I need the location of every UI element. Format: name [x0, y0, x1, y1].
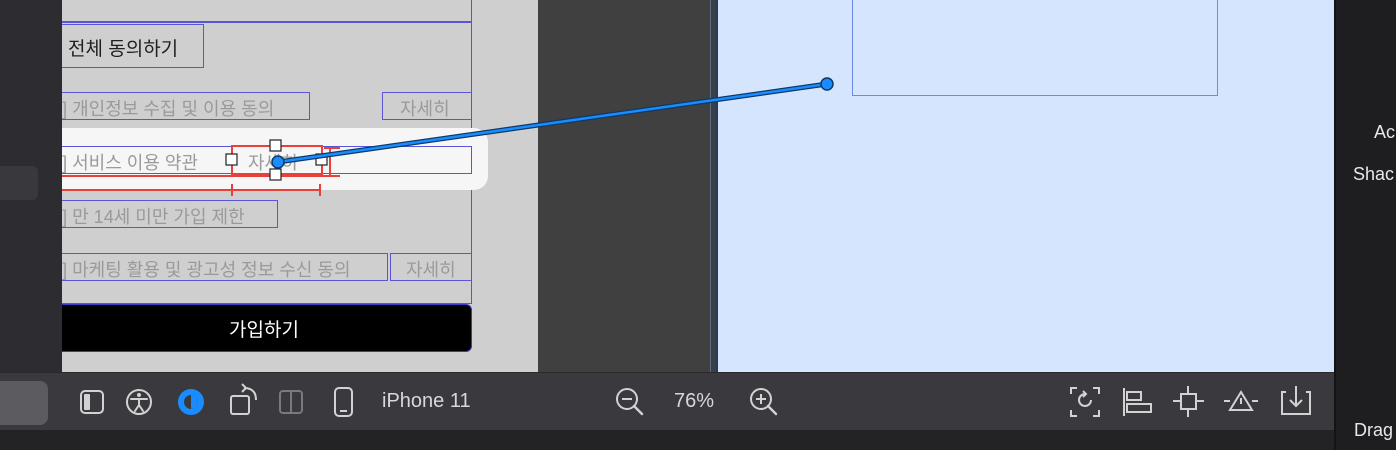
resize-handle-left[interactable]: [225, 153, 238, 166]
resize-handle-top[interactable]: [269, 139, 282, 152]
inspector-label-drag: Drag: [1354, 420, 1394, 440]
connection-end-dot[interactable]: [820, 77, 834, 91]
debug-bar-edge: [0, 430, 1334, 450]
appearance-icon[interactable]: [178, 389, 204, 415]
inspector-label-ac: Ac: [1374, 122, 1396, 142]
embed-in-icon[interactable]: [1281, 386, 1311, 415]
zoom-out-icon[interactable]: [616, 388, 644, 416]
device-selector[interactable]: iPhone 11: [382, 390, 471, 413]
zoom-level: 76%: [674, 390, 715, 412]
resize-handle-bottom[interactable]: [269, 168, 282, 181]
inspector-label-shadow: Shac: [1353, 164, 1395, 184]
sidebar-toggle-icon[interactable]: [80, 390, 104, 414]
inspector-divider[interactable]: [1334, 0, 1336, 450]
update-frames-icon[interactable]: [1070, 387, 1100, 417]
connection-start-dot[interactable]: [271, 155, 285, 169]
orientation-icon[interactable]: [230, 383, 257, 415]
toolbar-icons: [80, 383, 1311, 417]
xcode-interface-builder: 전체 동의하기 [필수] 개인정보 수집 및 이용 동의 자세히 [필수] 서비…: [0, 0, 1396, 450]
canvas-overlay: [62, 77, 834, 196]
zoom-in-icon[interactable]: [750, 388, 778, 416]
align-icon[interactable]: [1123, 388, 1152, 416]
device-icon[interactable]: [334, 387, 353, 417]
add-constraints-icon[interactable]: [1173, 386, 1204, 417]
split-view-icon[interactable]: [279, 390, 303, 414]
connection-line[interactable]: [276, 82, 829, 164]
resolve-issues-icon[interactable]: [1224, 390, 1258, 411]
accessibility-icon[interactable]: [126, 389, 152, 415]
inspector-panel: [1334, 0, 1396, 450]
